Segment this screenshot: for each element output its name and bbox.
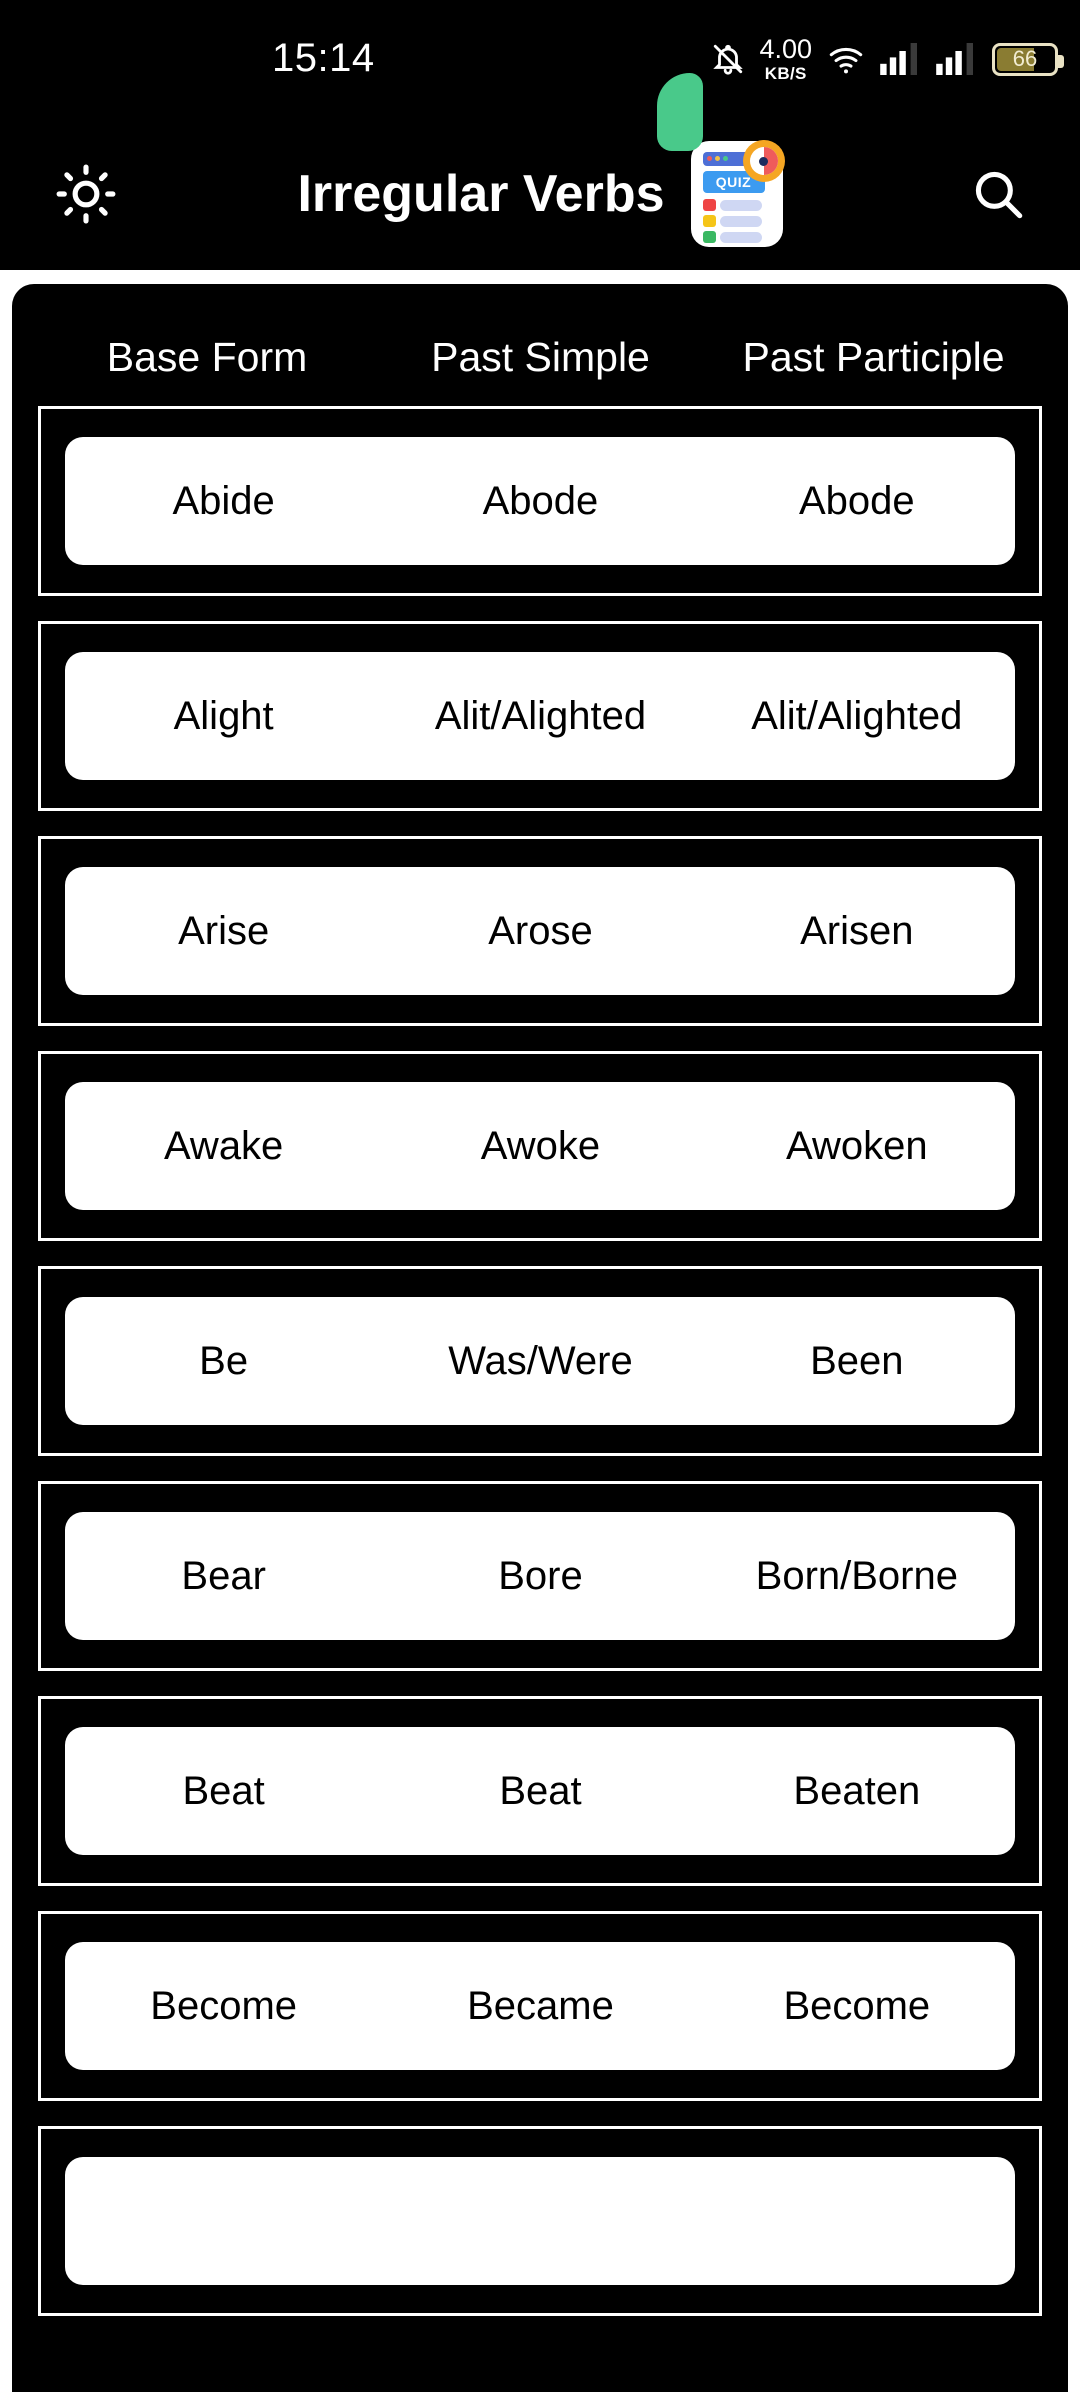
cell-past-participle: Arisen <box>800 908 914 953</box>
cell-past-simple: Bore <box>498 1553 583 1598</box>
status-clock: 15:14 <box>272 36 375 80</box>
status-icons: 4.00 KB/S 66 <box>711 30 1064 88</box>
quiz-icon-badge-inner <box>749 147 778 175</box>
table-row-card[interactable]: Beat Beat Beaten <box>65 1727 1015 1855</box>
network-speed-unit: KB/S <box>764 64 807 83</box>
cell-past-simple: Arose <box>488 908 593 953</box>
column-header-past-simple: Past Simple <box>431 333 650 380</box>
table-row[interactable]: Beat Beat Beaten <box>38 1696 1042 1886</box>
quiz-icon-badge <box>742 140 785 182</box>
search-icon[interactable] <box>950 146 1046 242</box>
table-row[interactable]: Awake Awoke Awoken <box>38 1051 1042 1241</box>
cell-past-participle: Abode <box>798 478 915 523</box>
cell-base-form: Alight <box>173 693 274 738</box>
status-bar: 15:14 4.00 KB/S 66 <box>0 0 1080 118</box>
app-bar: Irregular Verbs QUIZ <box>0 73 1080 270</box>
app-bar-title-group: Irregular Verbs QUIZ <box>0 73 1080 270</box>
table-row[interactable]: Be Was/Were Been <box>38 1266 1042 1456</box>
cell-base-form: Awake <box>163 1123 284 1168</box>
column-header-past-participle: Past Participle <box>742 333 1005 380</box>
table-row-partial[interactable] <box>38 2126 1042 2316</box>
quiz-app-icon[interactable]: QUIZ <box>656 73 785 247</box>
cell-past-participle: Alit/Alighted <box>751 693 963 738</box>
column-header-base-form: Base Form <box>106 333 308 380</box>
table-row-card[interactable]: Arise Arose Arisen <box>65 867 1015 995</box>
cell-past-simple: Alit/Alighted <box>434 693 647 738</box>
table-row[interactable]: Abide Abode Abode <box>38 406 1042 596</box>
cell-base-form: Become <box>150 1983 298 2028</box>
table-row[interactable]: Alight Alit/Alighted Alit/Alighted <box>38 621 1042 811</box>
cell-past-simple: Awoke <box>480 1123 601 1168</box>
cell-past-participle: Been <box>810 1338 904 1383</box>
table-row-card[interactable]: Be Was/Were Been <box>65 1297 1015 1425</box>
cell-past-simple: Abode <box>482 478 599 523</box>
table-row-card[interactable] <box>65 2157 1015 2285</box>
wifi-icon <box>826 42 866 76</box>
verbs-panel: Base Form Past Simple Past Participle Ab… <box>12 284 1068 2392</box>
table-header-row: Base Form Past Simple Past Participle <box>12 308 1068 406</box>
battery-icon: 66 <box>992 42 1064 76</box>
signal-sim2-icon <box>936 43 978 75</box>
cell-base-form: Abide <box>172 478 275 523</box>
table-row-card[interactable]: Abide Abode Abode <box>65 437 1015 565</box>
network-speed-value: 4.00 <box>759 34 812 64</box>
verbs-list[interactable]: Abide Abode Abode Alight Alit/Alighted A… <box>12 406 1068 2316</box>
cell-past-participle: Awoken <box>786 1123 928 1168</box>
cell-base-form: Arise <box>178 908 270 953</box>
phone-screen: 15:14 4.00 KB/S 66 Irregular Verbs Base … <box>0 0 1080 2400</box>
cell-past-participle: Beaten <box>793 1768 921 1813</box>
cell-base-form: Beat <box>182 1768 265 1813</box>
table-row[interactable]: Become Became Become <box>38 1911 1042 2101</box>
notification-off-icon <box>711 42 745 76</box>
table-row[interactable]: Bear Bore Born/Borne <box>38 1481 1042 1671</box>
table-row-card[interactable]: Bear Bore Born/Borne <box>65 1512 1015 1640</box>
cell-past-participle: Become <box>783 1983 931 2028</box>
network-speed-indicator: 4.00 KB/S <box>759 34 812 83</box>
cell-base-form: Be <box>199 1338 249 1383</box>
table-row[interactable]: Arise Arose Arisen <box>38 836 1042 1026</box>
brightness-icon[interactable] <box>38 146 134 242</box>
cell-past-simple: Beat <box>499 1768 582 1813</box>
table-row-card[interactable]: Alight Alit/Alighted Alit/Alighted <box>65 652 1015 780</box>
table-row-card[interactable]: Become Became Become <box>65 1942 1015 2070</box>
cell-past-participle: Born/Borne <box>755 1553 958 1598</box>
table-row-card[interactable]: Awake Awoke Awoken <box>65 1082 1015 1210</box>
cell-base-form: Bear <box>181 1553 266 1598</box>
cell-past-simple: Became <box>467 1983 614 2028</box>
cell-past-simple: Was/Were <box>448 1338 633 1383</box>
battery-level: 66 <box>1012 46 1038 71</box>
page-title: Irregular Verbs <box>297 165 665 223</box>
signal-sim1-icon <box>880 43 922 75</box>
